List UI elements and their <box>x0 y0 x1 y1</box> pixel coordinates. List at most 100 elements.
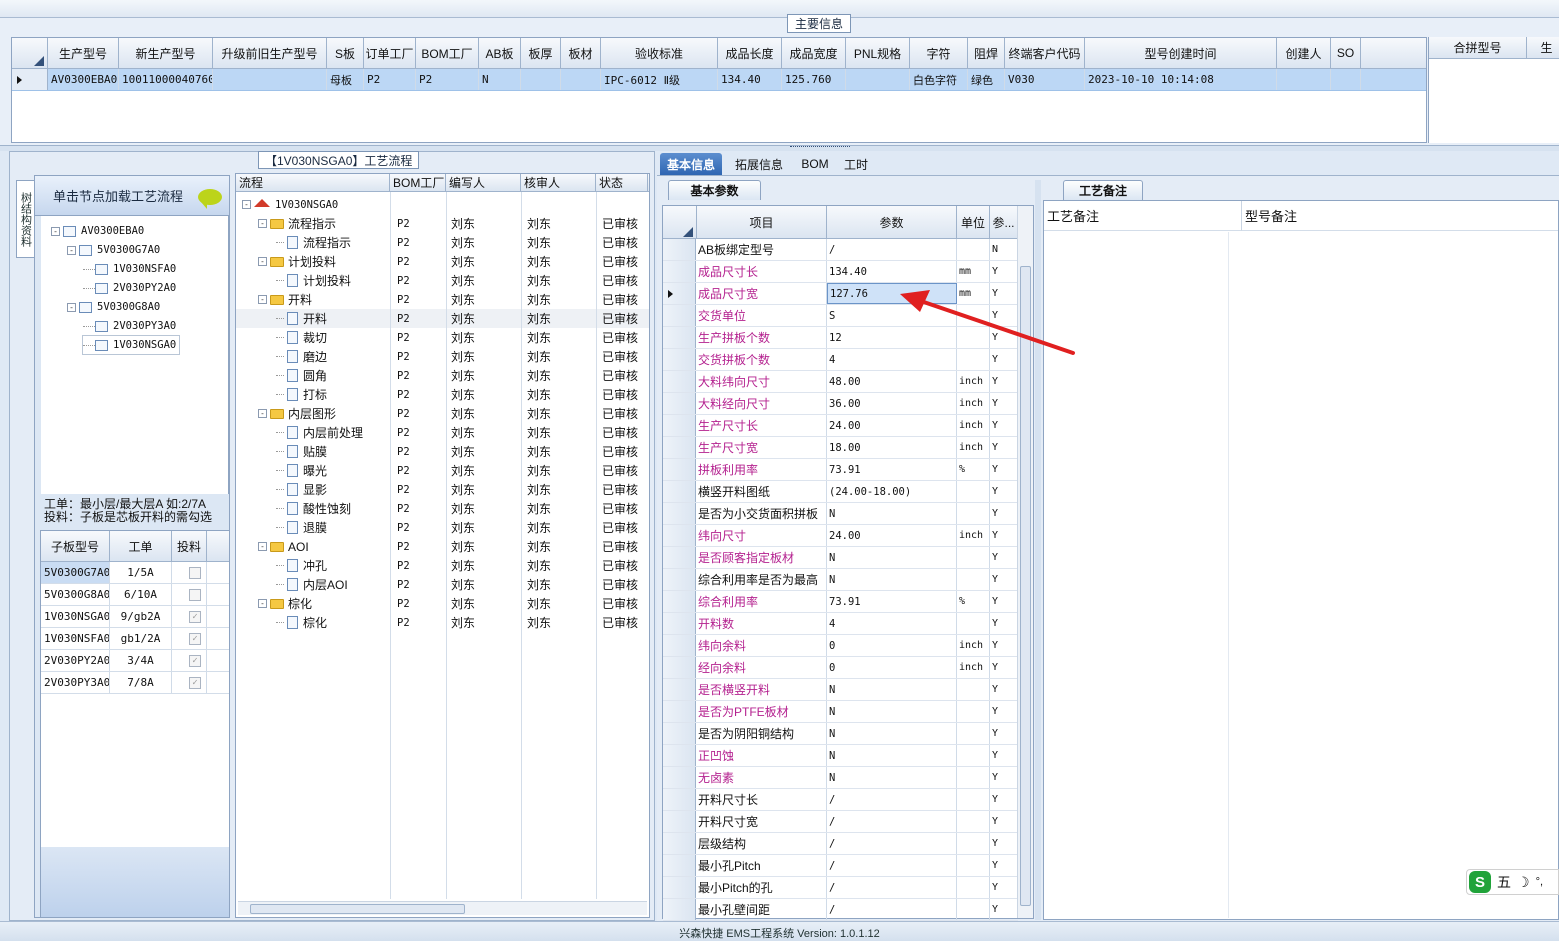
param-row[interactable]: 正凹蚀 N Y <box>663 745 1018 767</box>
column-header[interactable]: 成品长度 <box>718 38 782 68</box>
row-header[interactable] <box>663 305 696 326</box>
table-cell[interactable]: V030 <box>1005 69 1085 90</box>
param-row[interactable]: 是否顾客指定板材 N Y <box>663 547 1018 569</box>
tree-node[interactable]: - AV0300EBA0 <box>51 222 144 240</box>
flow-status-cell[interactable]: 已审核 <box>602 233 638 252</box>
param-row[interactable]: 成品尺寸长 134.40 mm Y <box>663 261 1018 283</box>
column-header[interactable]: SO <box>1331 38 1361 68</box>
row-header[interactable] <box>663 657 696 678</box>
flow-writer-cell[interactable]: 刘东 <box>451 556 475 575</box>
flow-writer-cell[interactable]: 刘东 <box>451 328 475 347</box>
param-value-input[interactable]: / <box>827 239 957 260</box>
flow-writer-cell[interactable]: 刘东 <box>451 518 475 537</box>
flow-bom-cell[interactable]: P2 <box>397 613 410 632</box>
flow-bom-cell[interactable]: P2 <box>397 271 410 290</box>
column-header[interactable]: 生 <box>1527 37 1559 58</box>
param-value-input[interactable]: 134.40 <box>827 261 957 282</box>
flow-row[interactable]: 贴膜 P2 刘东 刘东 已审核 <box>236 442 649 461</box>
param-value-input[interactable]: 73.91 <box>827 591 957 612</box>
param-row[interactable]: 综合利用率 73.91% Y <box>663 591 1018 613</box>
column-header[interactable]: 参数 <box>827 206 957 238</box>
flow-status-cell[interactable]: 已审核 <box>602 518 638 537</box>
tree-node[interactable]: 1V030NSFA0 <box>83 260 176 278</box>
column-header[interactable]: 子板型号 <box>41 531 110 561</box>
flow-bom-cell[interactable]: P2 <box>397 385 410 404</box>
flow-node[interactable]: 退膜 <box>276 518 327 537</box>
row-header[interactable] <box>663 415 696 436</box>
column-header[interactable]: 投料 <box>172 531 207 561</box>
flow-status-cell[interactable]: 已审核 <box>602 423 638 442</box>
flow-reviewer-cell[interactable]: 刘东 <box>527 442 551 461</box>
sub-board-grid[interactable]: 子板型号 工单 投料 5V0300G7A0 1/5A 5V0300G8A0 6/10A 1V… <box>40 530 230 918</box>
column-header[interactable]: 字符 <box>910 38 968 68</box>
row-header[interactable] <box>663 437 696 458</box>
work-order-cell[interactable]: 9/gb2A <box>110 606 172 627</box>
flow-reviewer-cell[interactable]: 刘东 <box>527 499 551 518</box>
flow-writer-cell[interactable]: 刘东 <box>451 537 475 556</box>
column-header[interactable]: 终端客户代码 <box>1005 38 1085 68</box>
table-cell[interactable]: P2 <box>416 69 479 90</box>
flow-row[interactable]: 退膜 P2 刘东 刘东 已审核 <box>236 518 649 537</box>
param-row[interactable]: 经向余料 0 inch Y <box>663 657 1018 679</box>
row-header[interactable] <box>663 393 696 414</box>
flow-row[interactable]: 内层前处理 P2 刘东 刘东 已审核 <box>236 423 649 442</box>
column-header[interactable]: 板厚 <box>521 38 561 68</box>
row-header[interactable] <box>663 569 696 590</box>
flow-writer-cell[interactable]: 刘东 <box>451 499 475 518</box>
flow-writer-cell[interactable]: 刘东 <box>451 366 475 385</box>
tree-node[interactable]: 1V030NSGA0 <box>81 335 181 355</box>
collapse-toggle-icon[interactable]: - <box>258 409 267 418</box>
flow-node[interactable]: 贴膜 <box>276 442 327 461</box>
flow-status-cell[interactable]: 已审核 <box>602 556 638 575</box>
param-value-input[interactable]: 24.00 <box>827 415 957 436</box>
flow-writer-cell[interactable]: 刘东 <box>451 252 475 271</box>
work-order-cell[interactable]: 1/5A <box>110 562 172 583</box>
column-header[interactable]: BOM工厂 <box>416 38 479 68</box>
tree-node[interactable]: 2V030PY2A0 <box>83 279 176 297</box>
table-cell[interactable]: 125.760 <box>782 69 846 90</box>
flow-root-node[interactable]: - 1V030NSGA0 <box>236 195 649 214</box>
flow-node[interactable]: 圆角 <box>276 366 327 385</box>
table-cell[interactable] <box>1331 69 1361 90</box>
flow-writer-cell[interactable]: 刘东 <box>451 290 475 309</box>
flow-writer-cell[interactable]: 刘东 <box>451 575 475 594</box>
grid-corner[interactable] <box>663 206 697 238</box>
column-header[interactable]: 工单 <box>110 531 172 561</box>
column-header[interactable]: 单位 <box>957 206 990 238</box>
row-header[interactable] <box>663 679 696 700</box>
param-value-input[interactable]: N <box>827 569 957 590</box>
flow-reviewer-cell[interactable]: 刘东 <box>527 233 551 252</box>
collapse-toggle-icon[interactable]: - <box>258 257 267 266</box>
sub-model-cell[interactable]: 2V030PY3A0 <box>41 672 110 693</box>
feed-cell[interactable]: ✓ <box>172 606 207 627</box>
flow-node[interactable]: - AOI <box>258 537 309 556</box>
basic-params-grid[interactable]: 项目 参数 单位 参... AB板绑定型号 / N 成品尺寸长 134.40 mm Y 成品尺寸宽 1… <box>662 205 1034 921</box>
flow-row[interactable]: 裁切 P2 刘东 刘东 已审核 <box>236 328 649 347</box>
table-cell[interactable]: IPC-6012 Ⅱ级 <box>601 69 718 90</box>
flow-reviewer-cell[interactable]: 刘东 <box>527 347 551 366</box>
row-header[interactable] <box>663 789 696 810</box>
flow-bom-cell[interactable]: P2 <box>397 442 410 461</box>
basic-params-tab[interactable]: 基本参数 <box>668 180 761 200</box>
work-order-cell[interactable]: gb1/2A <box>110 628 172 649</box>
work-order-cell[interactable]: 3/4A <box>110 650 172 671</box>
collapse-toggle-icon[interactable]: - <box>258 219 267 228</box>
flow-node[interactable]: 流程指示 <box>276 233 351 252</box>
flow-row[interactable]: 冲孔 P2 刘东 刘东 已审核 <box>236 556 649 575</box>
flow-row[interactable]: 显影 P2 刘东 刘东 已审核 <box>236 480 649 499</box>
param-row[interactable]: 最小孔壁间距 / Y <box>663 899 1018 921</box>
flow-node[interactable]: - 开料 <box>258 290 312 309</box>
flow-bom-cell[interactable]: P2 <box>397 328 410 347</box>
flow-row[interactable]: 打标 P2 刘东 刘东 已审核 <box>236 385 649 404</box>
ime-mode-label[interactable]: 五 <box>1497 872 1511 892</box>
flow-status-cell[interactable]: 已审核 <box>602 594 638 613</box>
flow-status-cell[interactable]: 已审核 <box>602 309 638 328</box>
param-value-input[interactable]: N <box>827 723 957 744</box>
table-cell[interactable]: 母板 <box>327 69 364 90</box>
flow-status-cell[interactable]: 已审核 <box>602 271 638 290</box>
flow-node[interactable]: 磨边 <box>276 347 327 366</box>
param-value-input[interactable]: N <box>827 679 957 700</box>
flow-node[interactable]: 内层AOI <box>276 575 348 594</box>
feed-cell[interactable] <box>172 584 207 605</box>
column-header[interactable]: 验收标准 <box>601 38 718 68</box>
